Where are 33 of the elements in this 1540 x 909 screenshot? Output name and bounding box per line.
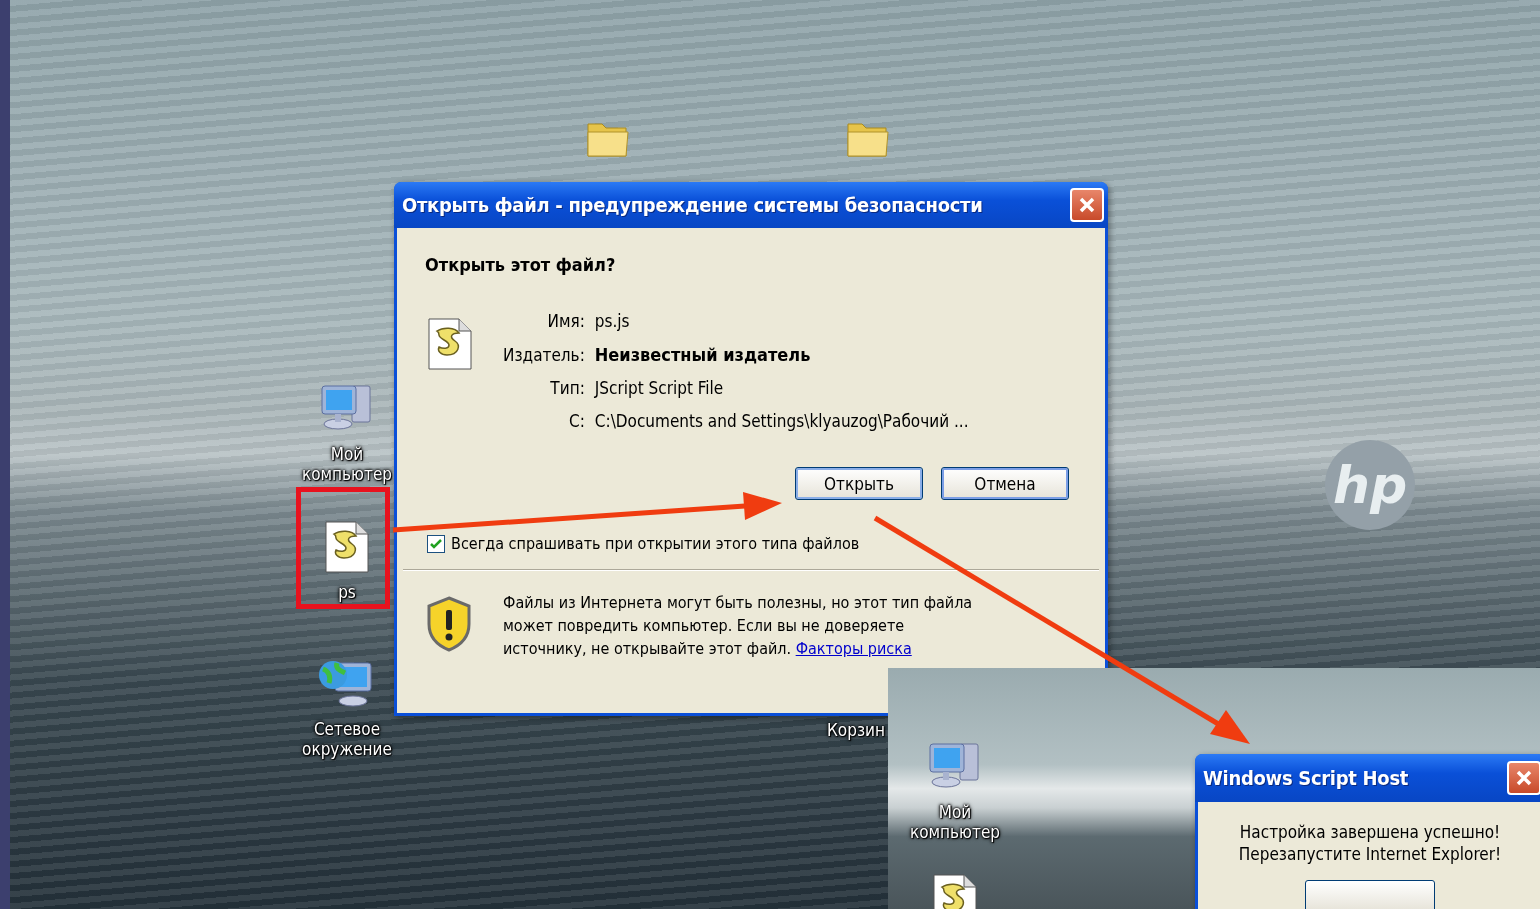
icon-label: ps	[338, 582, 356, 603]
field-value: ps.js	[594, 311, 631, 331]
ok-button[interactable]	[1305, 880, 1435, 909]
field-value: JScript Script File	[594, 378, 725, 398]
dialog-button[interactable]: Открыть	[795, 467, 923, 500]
checkmark-icon	[430, 537, 442, 550]
icon-label: Корзин	[827, 720, 885, 741]
dialog-button[interactable]: Отмена	[941, 467, 1069, 500]
field-label: Имя:	[546, 311, 585, 331]
risk-factors-link[interactable]: Факторы риска	[795, 639, 912, 658]
close-button[interactable]	[1507, 761, 1540, 795]
close-icon	[1078, 196, 1096, 214]
field-value: Неизвестный издатель	[594, 344, 812, 365]
checkbox-label: Всегда спрашивать при открытии этого типа файлов	[451, 534, 860, 553]
script-file-icon	[324, 520, 370, 574]
field-label: С:	[567, 411, 585, 431]
dialog-question: Открыть этот файл?	[425, 254, 617, 275]
checkbox[interactable]	[427, 534, 445, 553]
icon-label: Мой компьютер	[908, 802, 1002, 843]
close-icon	[1515, 769, 1533, 787]
field-value: C:\Documents and Settings\klyauzog\Рабочий ...	[594, 411, 969, 431]
script-file-icon	[427, 317, 473, 371]
message-text: Настройка завершена успешно!	[1239, 822, 1501, 842]
field-label: Тип:	[549, 378, 585, 398]
close-button[interactable]	[1070, 188, 1104, 222]
icon-label: Мой компьютер	[300, 444, 394, 485]
warning-text: Файлы из Интернета могут быть полезны, но этот тип файла может повредить компьютер. Если вы не доверяете источнику, не открывайте этот файл. Факторы риска	[503, 592, 974, 660]
field-label: Издатель:	[503, 345, 585, 365]
message-text: Перезапустите Internet Explorer!	[1238, 844, 1502, 864]
icon-label: Сетевое окружение	[301, 719, 393, 760]
window-title: Открыть файл - предупреждение системы безопасности	[402, 193, 983, 217]
window-title: Windows Script Host	[1203, 766, 1409, 790]
warning-shield-icon	[425, 595, 473, 652]
